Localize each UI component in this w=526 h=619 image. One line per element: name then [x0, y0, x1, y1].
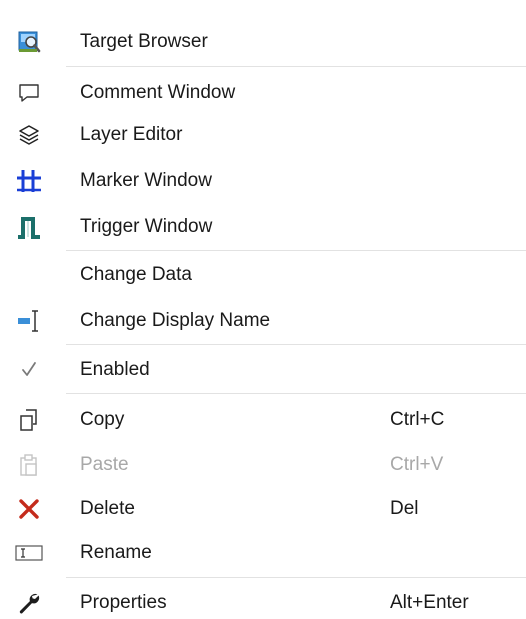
- layers-icon: [14, 120, 44, 150]
- menu-item-label: Delete: [80, 498, 135, 519]
- menu-item-label: Copy: [80, 409, 125, 430]
- menu-item-copy[interactable]: Copy Ctrl+C: [0, 397, 526, 443]
- target-browser-icon: [14, 27, 44, 57]
- rename-field-icon: [14, 538, 44, 568]
- shortcut-label: Alt+Enter: [390, 592, 469, 613]
- menu-item-label: Marker Window: [80, 170, 212, 191]
- menu-item-properties[interactable]: Properties Alt+Enter: [0, 580, 526, 619]
- delete-x-icon: [14, 494, 44, 524]
- separator: [66, 250, 526, 251]
- menu-item-rename[interactable]: Rename: [0, 530, 526, 576]
- menu-item-enabled[interactable]: Enabled: [0, 347, 526, 393]
- separator: [66, 344, 526, 345]
- checkmark-icon: [14, 355, 44, 385]
- menu-item-trigger-window[interactable]: Trigger Window: [0, 204, 526, 250]
- menu-item-layer-editor[interactable]: Layer Editor: [0, 112, 526, 158]
- menu-item-label: Paste: [80, 454, 129, 475]
- menu-item-comment-window[interactable]: Comment Window: [0, 70, 526, 116]
- menu-item-change-data[interactable]: Change Data: [0, 252, 526, 298]
- separator: [66, 393, 526, 394]
- shortcut-label: Del: [390, 498, 419, 519]
- shortcut-label: Ctrl+C: [390, 409, 445, 430]
- separator: [66, 577, 526, 578]
- shortcut-label: Ctrl+V: [390, 454, 444, 475]
- menu-item-label: Change Display Name: [80, 310, 271, 331]
- menu-item-change-display-name[interactable]: Change Display Name: [0, 298, 526, 344]
- copy-icon: [14, 405, 44, 435]
- menu-item-label: Change Data: [80, 264, 192, 285]
- separator: [66, 66, 526, 67]
- wrench-icon: [14, 588, 44, 618]
- menu-item-paste: Paste Ctrl+V: [0, 442, 526, 488]
- paste-icon: [14, 450, 44, 480]
- menu-item-label: Layer Editor: [80, 124, 183, 145]
- trigger-icon: [14, 212, 44, 242]
- menu-item-delete[interactable]: Delete Del: [0, 486, 526, 532]
- menu-item-label: Properties: [80, 592, 167, 613]
- comment-icon: [14, 78, 44, 108]
- menu-item-label: Comment Window: [80, 82, 236, 103]
- rename-cursor-icon: [14, 306, 44, 336]
- context-menu: Target Browser Comment Window Layer Edit…: [0, 0, 526, 619]
- menu-item-label: Trigger Window: [80, 216, 213, 237]
- menu-item-target-browser[interactable]: Target Browser: [0, 19, 526, 65]
- menu-item-label: Rename: [80, 542, 152, 563]
- menu-item-marker-window[interactable]: Marker Window: [0, 158, 526, 204]
- menu-item-label: Enabled: [80, 359, 150, 380]
- menu-item-label: Target Browser: [80, 31, 208, 52]
- marker-grid-icon: [14, 166, 44, 196]
